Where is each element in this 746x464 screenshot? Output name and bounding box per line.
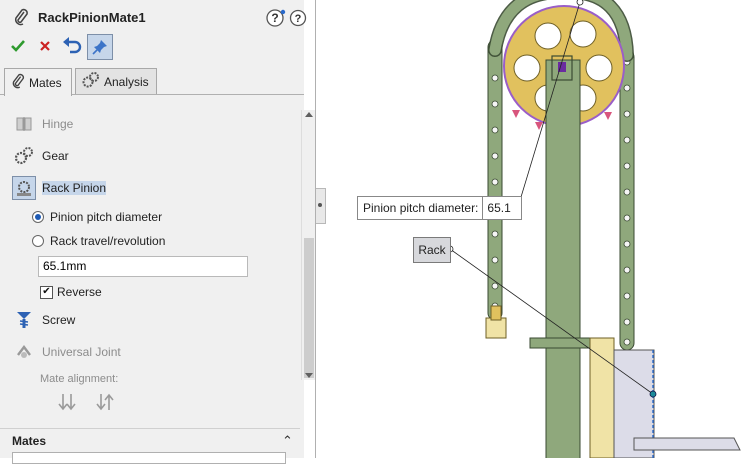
- panel-collapse-handle[interactable]: [316, 188, 326, 224]
- screw-icon: [12, 308, 36, 332]
- close-icon: [40, 41, 50, 51]
- pitch-diameter-callout[interactable]: Pinion pitch diameter: 65.1: [357, 196, 523, 220]
- tab-mates[interactable]: Mates: [4, 68, 72, 96]
- paperclip-icon: [12, 8, 30, 26]
- radio-label: Rack travel/revolution: [50, 234, 166, 248]
- rack-pinion-icon: [12, 176, 36, 200]
- property-manager: RackPinionMate1 ? ? Mates Analysis Hinge…: [0, 0, 307, 464]
- reverse-checkbox[interactable]: ✔ Reverse: [40, 285, 102, 299]
- base-block: [589, 337, 741, 458]
- chain-right: [619, 49, 635, 351]
- tab-mates-label: Mates: [29, 75, 62, 90]
- rack-travel-radio[interactable]: Rack travel/revolution: [32, 234, 165, 248]
- title-row: RackPinionMate1 ? ?: [0, 0, 307, 34]
- mate-type-screw[interactable]: Screw: [12, 308, 75, 332]
- mate-type-label: Hinge: [42, 117, 74, 131]
- paperclip-icon: [11, 73, 25, 92]
- undo-icon: [63, 37, 82, 54]
- hinge-icon: [12, 112, 36, 136]
- chain-bracket-tab: [490, 305, 502, 321]
- radio-label: Pinion pitch diameter: [50, 210, 163, 224]
- undo-button[interactable]: [60, 34, 84, 58]
- checkbox-label: Reverse: [57, 285, 102, 299]
- pin-button[interactable]: [87, 34, 113, 60]
- mate-type-label: Screw: [42, 313, 76, 327]
- tab-analysis[interactable]: Analysis: [75, 68, 157, 94]
- callout-label: Pinion pitch diameter:: [363, 201, 479, 215]
- page-title: RackPinionMate1: [38, 10, 146, 25]
- chevron-up-icon[interactable]: ⌃: [282, 433, 293, 449]
- rack-callout[interactable]: Rack: [413, 237, 451, 263]
- mate-type-label: Universal Joint: [42, 345, 121, 359]
- pushpin-icon: [92, 40, 107, 55]
- help-icon[interactable]: ?: [266, 8, 286, 28]
- mate-type-hinge[interactable]: Hinge: [12, 112, 73, 136]
- mate-alignment-label: Mate alignment:: [40, 373, 119, 385]
- scroll-up-icon[interactable]: [305, 112, 313, 117]
- cancel-button[interactable]: [33, 34, 57, 58]
- help-detail-icon[interactable]: ?: [289, 8, 307, 28]
- gear-mate-icon: [12, 144, 36, 168]
- radio-indicator: [32, 211, 44, 223]
- mate-type-label: Rack Pinion: [42, 181, 107, 195]
- radio-indicator: [32, 235, 44, 247]
- panel-divider[interactable]: [315, 0, 316, 458]
- mates-section-header[interactable]: Mates ⌃: [0, 428, 300, 451]
- scroll-down-icon[interactable]: [305, 373, 313, 378]
- tab-bar: Mates Analysis: [0, 68, 304, 96]
- graphics-viewport[interactable]: [326, 0, 746, 458]
- mate-type-rack-pinion[interactable]: Rack Pinion: [12, 176, 107, 200]
- check-icon: [11, 40, 25, 52]
- section-title: Mates: [12, 434, 47, 448]
- pitch-diameter-input[interactable]: [39, 257, 247, 274]
- mate-type-gear[interactable]: Gear: [12, 144, 69, 168]
- mate-type-label: Gear: [42, 149, 69, 163]
- universal-joint-icon: [12, 340, 36, 364]
- pitch-diameter-field[interactable]: [38, 256, 248, 277]
- ok-button[interactable]: [6, 34, 30, 58]
- callout-value[interactable]: 65.1: [482, 197, 521, 219]
- svg-text:?: ?: [295, 13, 302, 25]
- panel-scrollbar[interactable]: [301, 110, 316, 380]
- anti-aligned-icon[interactable]: [94, 391, 116, 413]
- pinion-pitch-diameter-radio[interactable]: Pinion pitch diameter: [32, 210, 162, 224]
- chain-bracket: [485, 317, 507, 339]
- gears-icon: [82, 71, 100, 92]
- mates-list-box[interactable]: [12, 452, 286, 464]
- mate-type-universal-joint[interactable]: Universal Joint: [12, 340, 121, 364]
- aligned-icon[interactable]: [56, 391, 78, 413]
- scroll-thumb[interactable]: [304, 238, 314, 378]
- checkbox-indicator: ✔: [40, 285, 53, 299]
- tab-analysis-label: Analysis: [104, 74, 149, 89]
- svg-text:?: ?: [271, 11, 278, 25]
